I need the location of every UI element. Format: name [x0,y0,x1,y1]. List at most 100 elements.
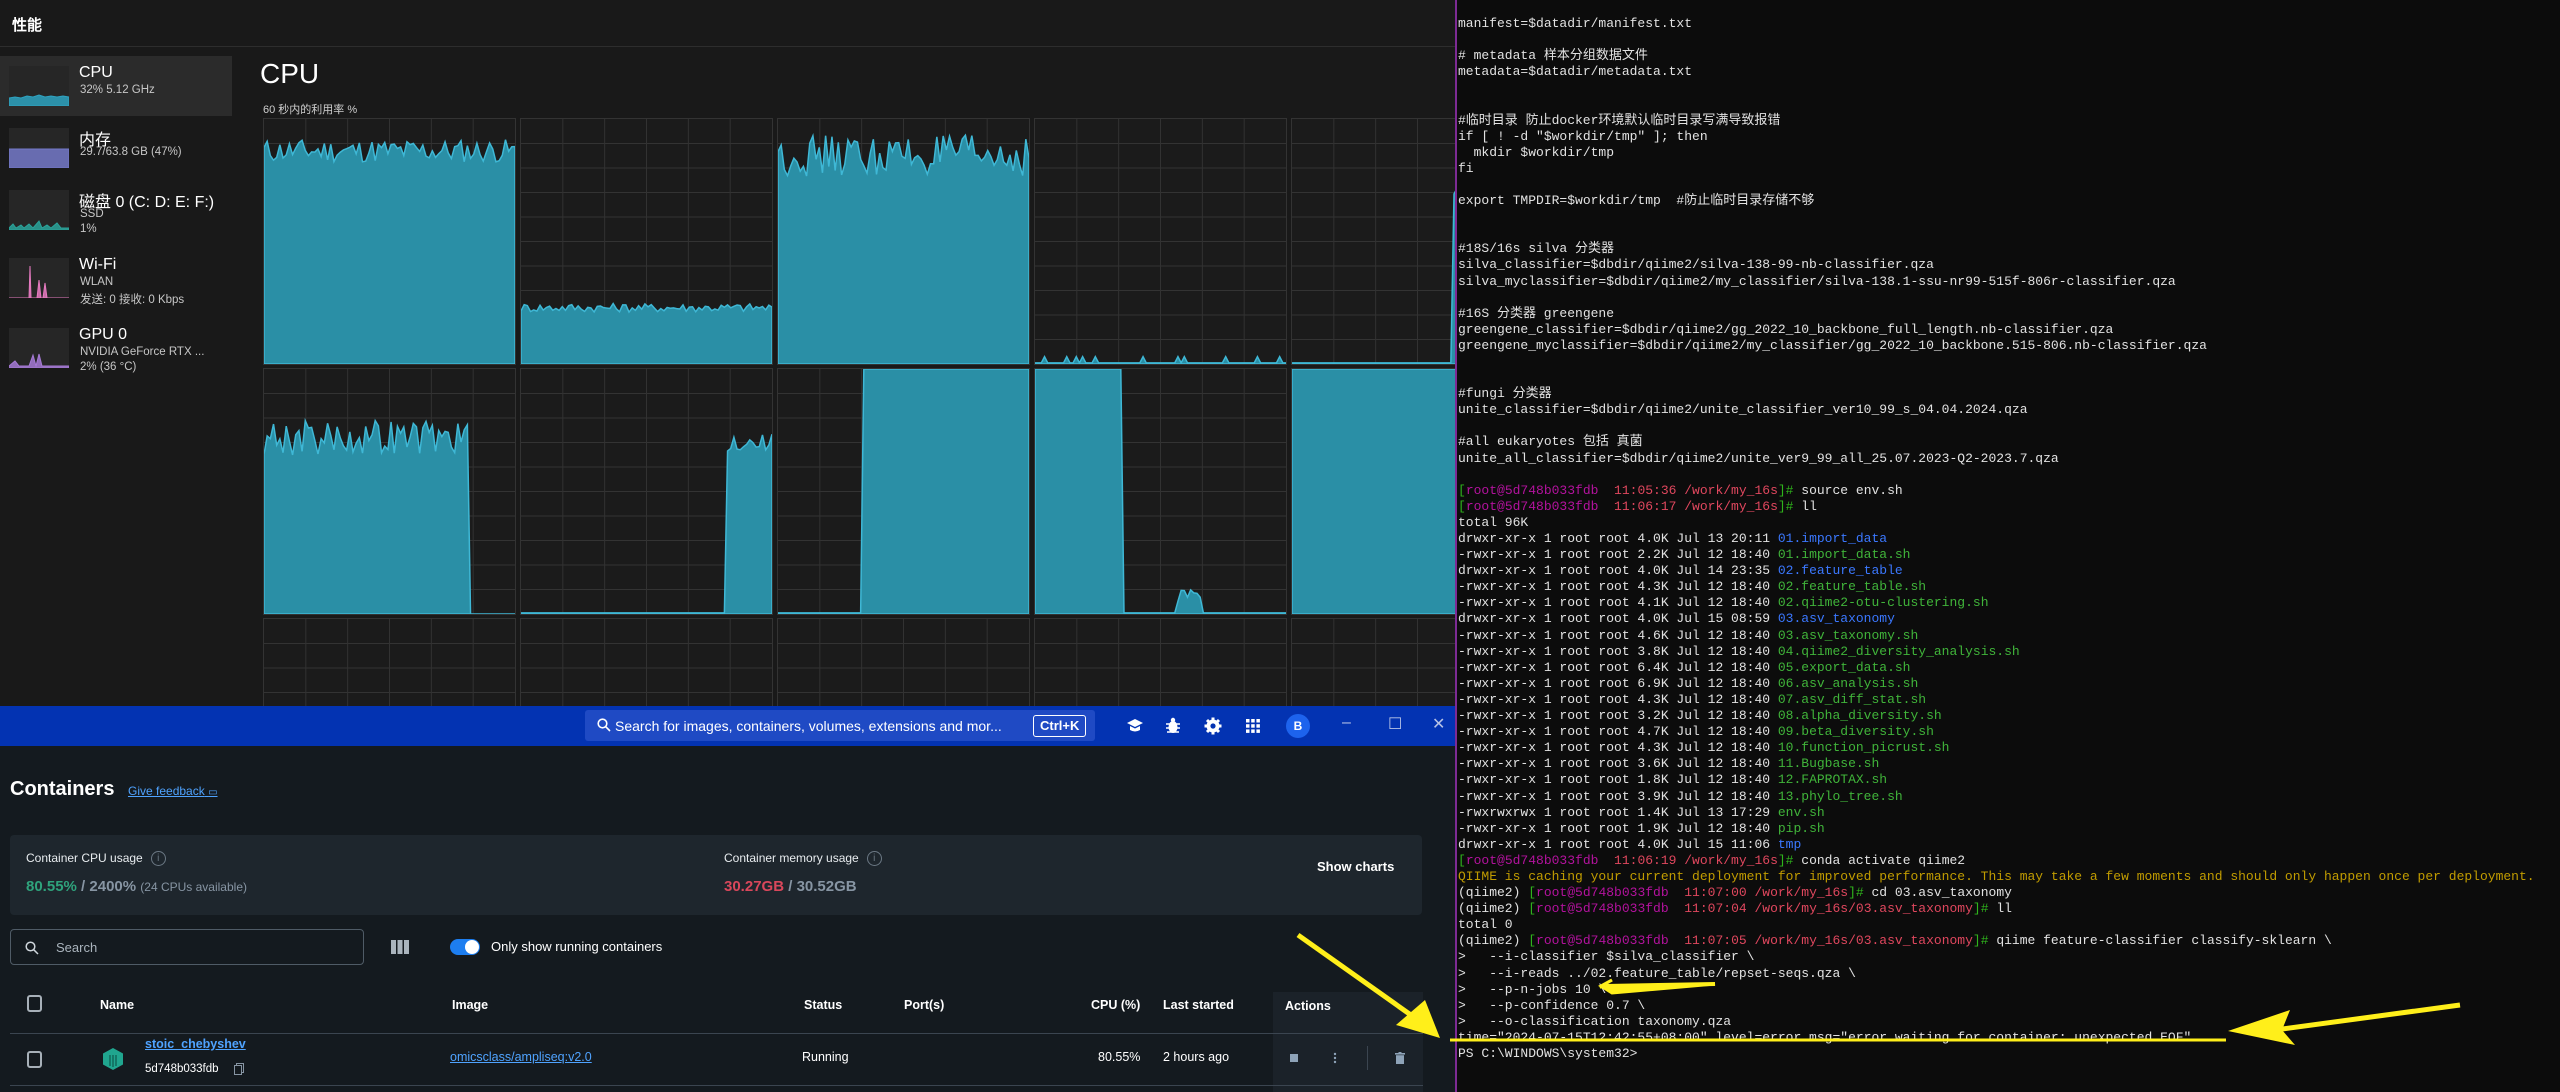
global-search-bar[interactable]: Search for images, containers, volumes, … [585,710,1095,741]
sidebar-item-cpu[interactable]: CPU 32% 5.12 GHz [0,56,232,116]
page-title: Containers [10,778,115,800]
terminal-line: greengene_myclassifier=$dbdir/qiime2/my_… [1458,338,2535,354]
terminal-line: -rwxr-xr-x 1 root root 1.8K Jul 12 18:40… [1458,772,2535,788]
terminal-text: #18S/16s silva 分类器 [1458,241,1615,257]
terminal-line: manifest=$datadir/manifest.txt [1458,16,2535,32]
column-header-last-started[interactable]: Last started [1163,998,1234,1012]
cpu-usage-label-text: Container CPU usage [26,851,143,865]
container-icon [103,1048,123,1070]
settings-gear-icon[interactable] [1203,716,1223,736]
container-id: 5d748b033fdb [145,1063,219,1075]
terminal-line: if [ ! -d "$workdir/tmp" ]; then [1458,129,2535,145]
column-header-image[interactable]: Image [452,998,488,1012]
last-started: 2 hours ago [1163,1050,1230,1064]
cpu-core-graph [1034,368,1287,615]
terminal-text: [ [1528,885,1537,901]
terminal-text: greengene_myclassifier=$dbdir/qiime2/my_… [1458,337,2207,353]
bug-icon[interactable] [1163,716,1183,736]
maximize-button[interactable]: ☐ [1388,714,1402,734]
terminal-text: drwxr-xr-x 1 root root 4.0K Jul 14 23:35 [1458,563,1778,579]
sidebar-item-detail: WLAN [80,276,114,288]
terminal-line: unite_all_classifier=$dbdir/qiime2/unite… [1458,451,2535,467]
terminal-text: mkdir $workdir/tmp [1458,144,1615,160]
terminal-text: 10.function_picrust.sh [1777,740,1950,756]
terminal-line: greengene_classifier=$dbdir/qiime2/gg_20… [1458,322,2535,338]
terminal-window[interactable]: manifest=$datadir/manifest.txt # metadata… [1455,0,2560,1092]
terminal-text: [ [1458,482,1466,498]
terminal-text: QIIME is caching your current deployment… [1458,868,2535,884]
give-feedback-label: Give feedback [128,784,205,798]
terminal-text: ]# [1972,933,1997,949]
terminal-text: root@5d748b033fdb [1465,482,1599,498]
container-search-input[interactable]: Search [10,929,364,965]
image-link[interactable]: omicsclass/ampliseq:v2.0 [450,1050,592,1064]
sidebar-item-detail: 发送: 0 接收: 0 Kbps [80,294,185,306]
learning-center-icon[interactable] [1125,716,1145,736]
terminal-text: 05.export_data.sh [1777,659,1911,675]
terminal-line: > --o-classification taxonomy.qza [1458,1014,2535,1030]
sidebar-item-detail: 29.7/63.8 GB (47%) [80,146,182,158]
close-button[interactable]: ✕ [1432,714,1445,734]
more-options-icon[interactable] [1333,1052,1337,1064]
sidebar-item-wifi[interactable]: Wi-Fi WLAN 发送: 0 接收: 0 Kbps [0,248,232,308]
terminal-text: tmp [1777,836,1802,852]
row-checkbox[interactable] [27,1051,42,1068]
mini-graph [9,190,69,230]
terminal-text: drwxr-xr-x 1 root root 4.0K Jul 15 08:59 [1458,611,1778,627]
minimize-button[interactable]: – [1342,714,1351,732]
terminal-text: ll [1996,901,2012,917]
terminal-text: > --o-classification taxonomy.qza [1458,1013,1732,1029]
column-header-ports[interactable]: Port(s) [904,998,944,1012]
stop-icon[interactable] [1290,1054,1298,1062]
info-icon[interactable]: i [866,851,882,867]
cpu-core-graph [777,368,1030,615]
terminal-line: -rwxr-xr-x 1 root root 4.3K Jul 12 18:40… [1458,740,2535,756]
extensions-grid-icon[interactable] [1243,716,1263,736]
terminal-line: unite_classifier=$dbdir/qiime2/unite_cla… [1458,402,2535,418]
page-title: 性能 [12,17,43,34]
terminal-text: ]# [1777,852,1802,868]
user-avatar[interactable]: B [1286,714,1310,738]
cpu-core-graph [263,368,516,615]
container-name-link[interactable]: stoic_chebyshev [145,1037,246,1051]
terminal-text: -rwxr-xr-x 1 root root 4.7K Jul 12 18:40 [1458,724,1778,740]
mini-graph [9,128,69,168]
terminal-line: total 0 [1458,917,2535,933]
terminal-text: export TMPDIR=$workdir/tmp #防止临时目录存储不够 [1458,193,1815,209]
cpu-core-graph [1034,118,1287,365]
terminal-text: drwxr-xr-x 1 root root 4.0K Jul 15 11:06 [1458,836,1778,852]
feedback-icon: ▭ [208,787,218,798]
global-search-placeholder: Search for images, containers, volumes, … [615,718,1002,734]
terminal-text: 11:07:00 /work/my_16s [1668,885,1849,901]
give-feedback-link[interactable]: Give feedback ▭ [128,784,218,798]
terminal-text: root@5d748b033fdb [1536,901,1669,917]
column-header-status[interactable]: Status [804,998,842,1012]
terminal-text: ll [1801,498,1817,514]
show-charts-button[interactable]: Show charts [1317,859,1394,874]
sidebar-item-memory[interactable]: 内存 29.7/63.8 GB (47%) [0,118,232,178]
title-bar: Search for images, containers, volumes, … [0,706,1455,746]
sidebar-item-gpu[interactable]: GPU 0 NVIDIA GeForce RTX ... 2% (36 °C) [0,318,232,378]
columns-icon[interactable] [391,940,409,954]
terminal-text: unite_all_classifier=$dbdir/qiime2/unite… [1458,450,2059,466]
terminal-text: total 96K [1458,514,1529,530]
terminal-text: if [ ! -d "$workdir/tmp" ]; then [1458,128,1708,144]
terminal-line: metadata=$datadir/metadata.txt [1458,64,2535,80]
info-icon[interactable]: i [150,851,166,867]
terminal-text: 03.asv_taxonomy [1777,611,1895,627]
delete-trash-icon[interactable] [1395,1052,1405,1064]
terminal-line: silva_classifier=$dbdir/qiime2/silva-138… [1458,257,2535,273]
cpu-core-graph [777,618,1030,706]
graph-title: CPU [260,58,320,89]
running-only-toggle[interactable] [450,939,480,955]
select-all-checkbox[interactable] [27,995,42,1012]
copy-icon[interactable] [234,1063,244,1075]
sidebar-item-detail: 2% (36 °C) [80,361,137,373]
column-header-cpu[interactable]: CPU (%) [1091,998,1140,1012]
sidebar-item-detail: 32% 5.12 GHz [80,84,155,96]
sidebar-item-disk[interactable]: 磁盘 0 (C: D: E: F:) SSD 1% [0,180,232,240]
memory-usage-label-text: Container memory usage [724,851,859,865]
column-header-name[interactable]: Name [100,998,134,1012]
